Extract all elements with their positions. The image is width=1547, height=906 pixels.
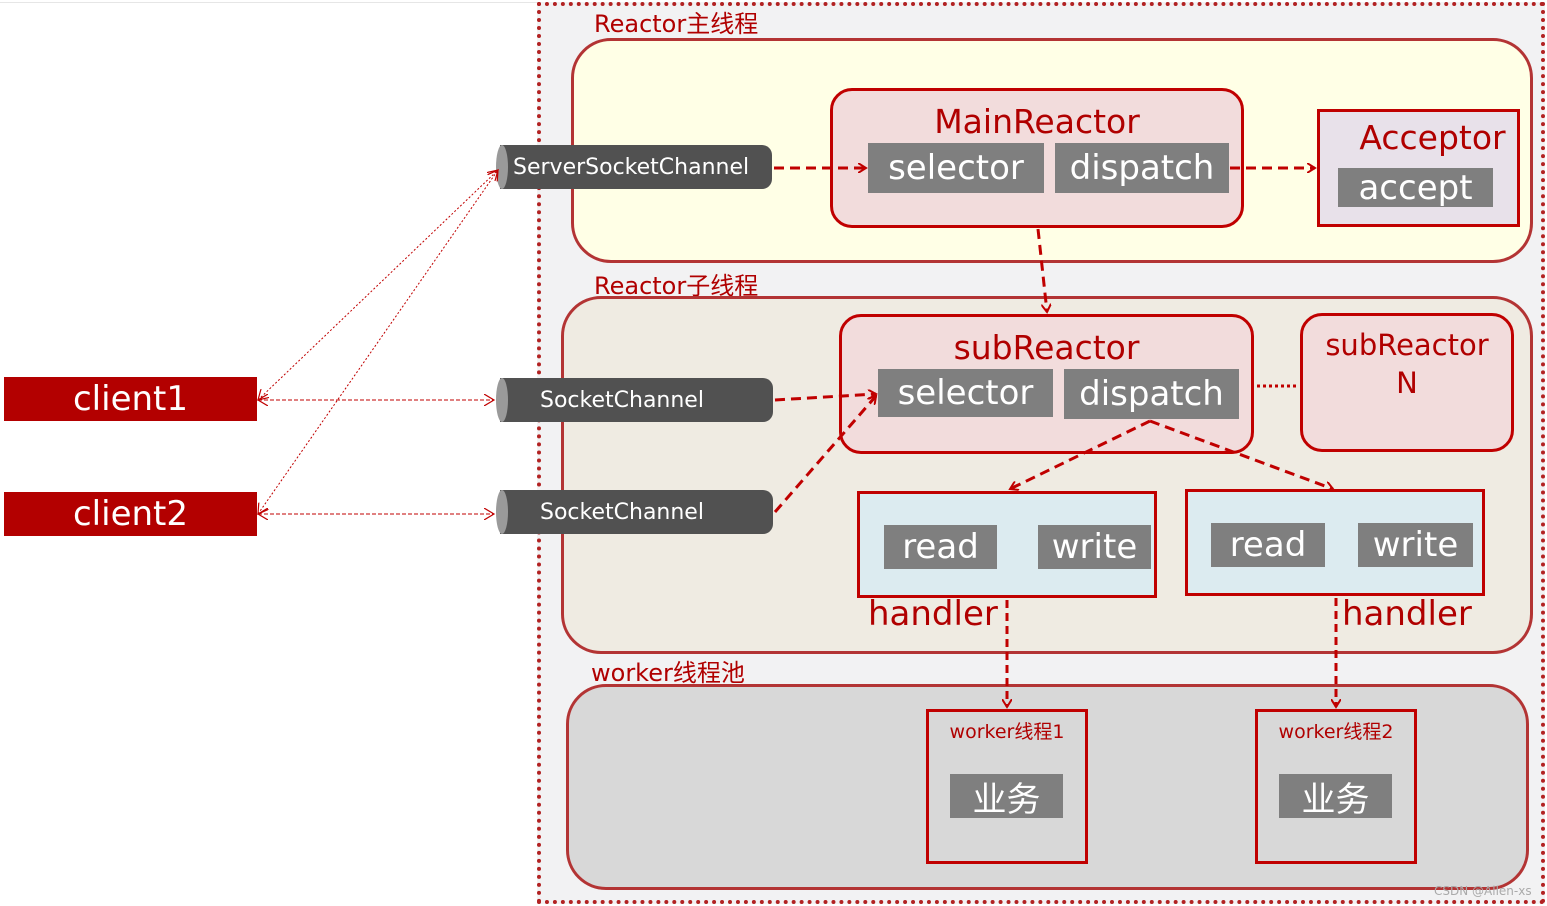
client2-to-server-line (258, 170, 498, 514)
handler-1-read[interactable]: read (884, 525, 997, 569)
acceptor-title: Acceptor (1359, 118, 1506, 157)
sub-reactor-n-line1: subReactor (1325, 328, 1489, 362)
client1-to-server-line (258, 170, 498, 400)
main-reactor-title: MainReactor (934, 102, 1140, 141)
accept-box[interactable]: accept (1338, 168, 1493, 208)
server-socket-channel-label: ServerSocketChannel (513, 154, 750, 180)
channel-cap-icon (496, 145, 508, 189)
handler-1-write[interactable]: write (1038, 525, 1151, 569)
worker-1-task[interactable]: 业务 (950, 774, 1063, 820)
channel-cap-icon (496, 378, 508, 422)
client-2[interactable]: client2 (4, 492, 257, 536)
handler-2-read[interactable]: read (1211, 523, 1325, 567)
handler-2-label: handler (1342, 594, 1472, 634)
worker-pool-label: worker线程池 (591, 659, 745, 687)
main-selector[interactable]: selector (868, 143, 1044, 193)
worker-thread-2-title: worker线程2 (1278, 721, 1394, 743)
channel-cap-icon (496, 490, 508, 534)
server-socket-channel[interactable]: ServerSocketChannel (496, 145, 772, 189)
sub-reactor-n-title: subReactor N (1300, 326, 1514, 402)
top-divider (0, 2, 537, 3)
socket-channel-2[interactable]: SocketChannel (496, 490, 773, 534)
worker-2-task[interactable]: 业务 (1279, 774, 1392, 820)
handler-2-write[interactable]: write (1358, 523, 1473, 567)
main-dispatch[interactable]: dispatch (1055, 143, 1229, 193)
worker-thread-1-title: worker线程1 (949, 721, 1065, 743)
sub-selector[interactable]: selector (878, 369, 1053, 417)
client-1[interactable]: client1 (4, 377, 257, 421)
sub-reactor-n-line2: N (1396, 366, 1418, 400)
main-thread-label: Reactor主线程 (594, 10, 759, 38)
watermark: CSDN @Allen-xs (1434, 884, 1532, 898)
socket-channel-2-label: SocketChannel (540, 499, 704, 525)
sub-reactor-title: subReactor (953, 328, 1140, 367)
handler-1-label: handler (868, 594, 998, 634)
socket-channel-1-label: SocketChannel (540, 387, 704, 413)
socket-channel-1[interactable]: SocketChannel (496, 378, 773, 422)
sub-dispatch[interactable]: dispatch (1064, 369, 1239, 419)
